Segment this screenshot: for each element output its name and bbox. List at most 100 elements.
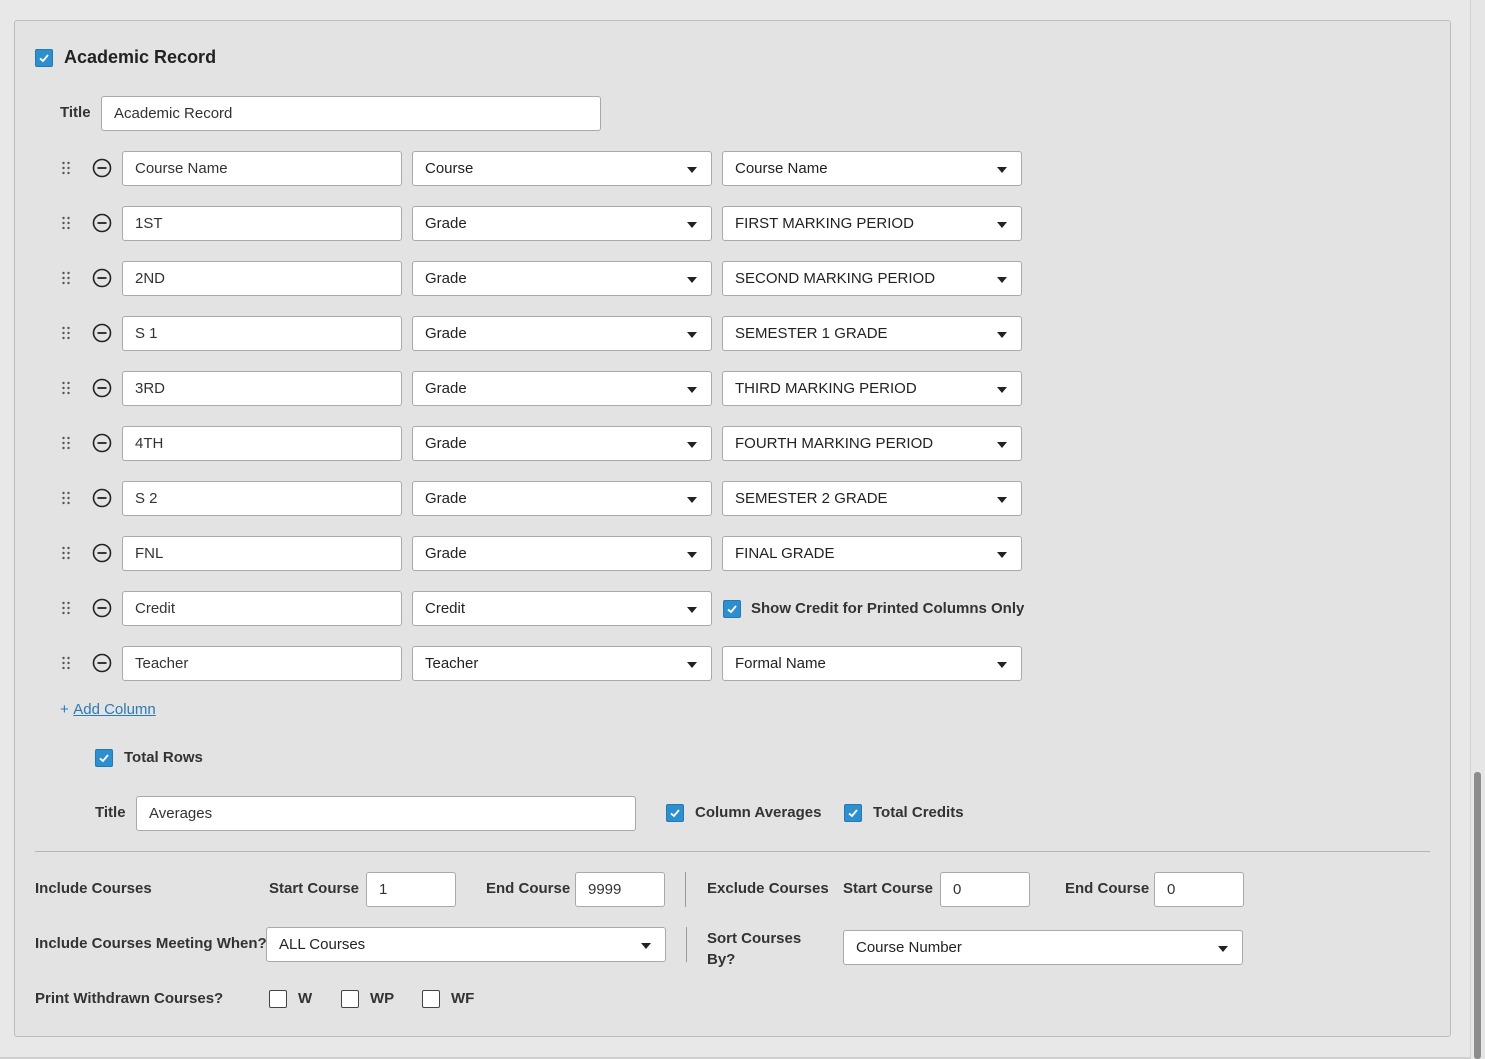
column-field-select[interactable]: FINAL GRADE — [722, 536, 1022, 571]
column-type-value: Credit — [425, 600, 466, 617]
remove-circle-icon — [92, 323, 112, 343]
column-field-select[interactable]: FOURTH MARKING PERIOD — [722, 426, 1022, 461]
remove-column-button[interactable] — [92, 268, 112, 288]
column-type-select[interactable]: Grade — [412, 481, 712, 516]
remove-column-button[interactable] — [92, 598, 112, 618]
show-credit-checkbox[interactable] — [723, 600, 741, 618]
drag-handle[interactable] — [61, 490, 71, 506]
exclude-start-input[interactable]: 0 — [940, 872, 1030, 907]
column-type-select[interactable]: Grade — [412, 261, 712, 296]
drag-handle[interactable] — [61, 600, 71, 616]
withdrawn-wp-checkbox[interactable] — [341, 990, 359, 1008]
include-start-input[interactable]: 1 — [366, 872, 456, 907]
column-name-input[interactable]: FNL — [122, 536, 402, 571]
total-rows-label: Total Rows — [124, 749, 203, 766]
chevron-down-icon — [687, 277, 697, 283]
drag-handle[interactable] — [61, 435, 71, 451]
column-field-value: FINAL GRADE — [735, 545, 835, 562]
scrollbar-thumb[interactable] — [1474, 772, 1481, 1059]
remove-column-button[interactable] — [92, 433, 112, 453]
remove-column-button[interactable] — [92, 158, 112, 178]
remove-column-button[interactable] — [92, 543, 112, 563]
withdrawn-w-label: W — [298, 990, 313, 1007]
academic-record-checkbox[interactable] — [35, 49, 53, 67]
column-type-select[interactable]: Grade — [412, 206, 712, 241]
remove-circle-icon — [92, 543, 112, 563]
column-type-select[interactable]: Course — [412, 151, 712, 186]
column-type-select[interactable]: Grade — [412, 316, 712, 351]
drag-handle[interactable] — [61, 325, 71, 341]
withdrawn-wf-checkbox[interactable] — [422, 990, 440, 1008]
column-name-input[interactable]: 3RD — [122, 371, 402, 406]
column-field-select[interactable]: SEMESTER 1 GRADE — [722, 316, 1022, 351]
column-type-value: Grade — [425, 490, 467, 507]
column-field-value: THIRD MARKING PERIOD — [735, 380, 917, 397]
column-name-input[interactable]: Course Name — [122, 151, 402, 186]
column-field-select[interactable]: SECOND MARKING PERIOD — [722, 261, 1022, 296]
remove-column-button[interactable] — [92, 378, 112, 398]
include-end-input[interactable]: 9999 — [575, 872, 665, 907]
column-type-select[interactable]: Teacher — [412, 646, 712, 681]
total-credits-checkbox[interactable] — [844, 804, 862, 822]
withdrawn-wf-label: WF — [451, 990, 475, 1007]
column-name-input[interactable]: S 2 — [122, 481, 402, 516]
title-label: Title — [60, 104, 91, 121]
section-header: Academic Record — [64, 47, 217, 67]
add-column-label: Add Column — [73, 701, 156, 718]
total-rows-checkbox[interactable] — [95, 749, 113, 767]
sort-select[interactable]: Course Number — [843, 930, 1243, 965]
title-input[interactable]: Academic Record — [101, 96, 601, 131]
column-type-select[interactable]: Credit — [412, 591, 712, 626]
separator — [685, 872, 686, 907]
remove-column-button[interactable] — [92, 653, 112, 673]
column-type-select[interactable]: Grade — [412, 426, 712, 461]
divider — [35, 851, 1430, 852]
sort-select-value: Course Number — [856, 939, 962, 956]
chevron-down-icon — [997, 277, 1007, 283]
column-name-input[interactable]: Teacher — [122, 646, 402, 681]
chevron-down-icon — [997, 387, 1007, 393]
drag-handle[interactable] — [61, 160, 71, 176]
include-end-label: End Course — [486, 880, 571, 897]
exclude-end-input[interactable]: 0 — [1154, 872, 1244, 907]
column-field-select[interactable]: THIRD MARKING PERIOD — [722, 371, 1022, 406]
add-column-link[interactable]: + Add Column — [60, 701, 156, 719]
remove-circle-icon — [92, 213, 112, 233]
column-field-value: SEMESTER 2 GRADE — [735, 490, 888, 507]
column-field-value: SEMESTER 1 GRADE — [735, 325, 888, 342]
column-name-input[interactable]: S 1 — [122, 316, 402, 351]
remove-column-button[interactable] — [92, 213, 112, 233]
withdrawn-w-checkbox[interactable] — [269, 990, 287, 1008]
column-name-input[interactable]: 2ND — [122, 261, 402, 296]
meeting-select[interactable]: ALL Courses — [266, 927, 666, 962]
drag-handle[interactable] — [61, 545, 71, 561]
column-field-select[interactable]: Formal Name — [722, 646, 1022, 681]
plus-icon: + — [60, 701, 69, 718]
column-field-value: FOURTH MARKING PERIOD — [735, 435, 934, 452]
column-name-input[interactable]: 4TH — [122, 426, 402, 461]
column-type-select[interactable]: Grade — [412, 371, 712, 406]
drag-handle[interactable] — [61, 380, 71, 396]
column-type-select[interactable]: Grade — [412, 536, 712, 571]
remove-column-button[interactable] — [92, 323, 112, 343]
chevron-down-icon — [1218, 946, 1228, 952]
column-field-select[interactable]: SEMESTER 2 GRADE — [722, 481, 1022, 516]
totals-title-input[interactable]: Averages — [136, 796, 636, 831]
column-field-value: Course Name — [735, 160, 828, 177]
drag-handle[interactable] — [61, 215, 71, 231]
column-name-input[interactable]: Credit — [122, 591, 402, 626]
column-averages-checkbox[interactable] — [666, 804, 684, 822]
sort-label-line1: Sort Courses — [707, 930, 802, 947]
column-name-input[interactable]: 1ST — [122, 206, 402, 241]
chevron-down-icon — [687, 222, 697, 228]
drag-handle[interactable] — [61, 655, 71, 671]
remove-column-button[interactable] — [92, 488, 112, 508]
column-field-select[interactable]: FIRST MARKING PERIOD — [722, 206, 1022, 241]
withdrawn-label: Print Withdrawn Courses? — [35, 990, 224, 1007]
chevron-down-icon — [687, 332, 697, 338]
column-type-value: Grade — [425, 380, 467, 397]
remove-circle-icon — [92, 653, 112, 673]
show-credit-label: Show Credit for Printed Columns Only — [751, 600, 1025, 617]
column-field-select[interactable]: Course Name — [722, 151, 1022, 186]
drag-handle[interactable] — [61, 270, 71, 286]
